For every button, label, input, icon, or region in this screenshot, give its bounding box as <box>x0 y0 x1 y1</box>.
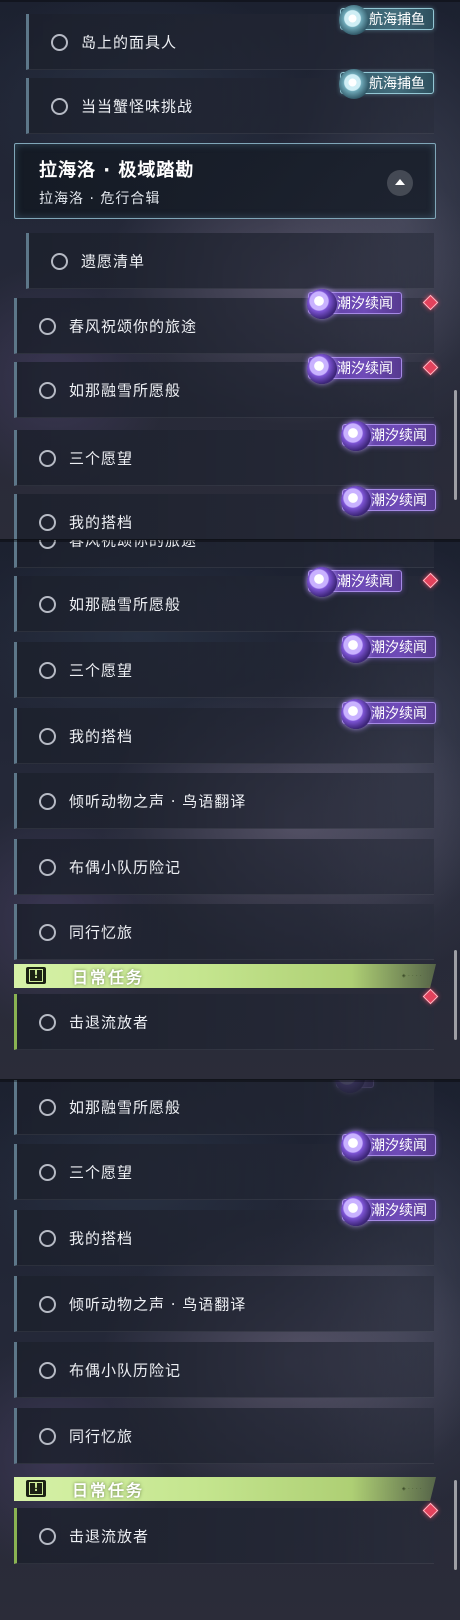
quest-tag-tide-tales: 潮汐续闻 <box>341 1131 436 1161</box>
quest-item[interactable]: 同行忆旅 <box>14 904 434 960</box>
quest-status-circle-icon <box>51 252 68 270</box>
sparkle-badge-icon <box>341 1196 371 1226</box>
quest-status-circle-icon <box>39 661 56 679</box>
quest-label: 我的搭档 <box>69 513 134 531</box>
quest-label: 布偶小队历险记 <box>69 858 182 876</box>
sparkle-badge-icon <box>341 421 371 451</box>
daily-tasks-title: 日常任务 <box>72 1481 145 1500</box>
quest-item[interactable]: 同行忆旅 <box>14 1408 434 1464</box>
quest-status-circle-icon <box>39 595 56 613</box>
quest-tag-tide-tales: 潮汐续闻 <box>307 289 402 319</box>
quest-tag-tide-tales: 潮汐续闻 <box>341 699 436 729</box>
quest-tag-tide-tales: 潮汐续闻 <box>307 354 402 384</box>
quest-status-circle-icon <box>39 1427 56 1445</box>
quest-label: 岛上的面具人 <box>81 33 178 51</box>
quest-item[interactable]: 击退流放者 <box>14 994 434 1050</box>
quest-status-circle-icon <box>39 792 56 810</box>
region-group-header[interactable]: 拉海洛 · 极域踏勘 拉海洛 · 危行合辑 <box>14 143 436 219</box>
quest-status-circle-icon <box>39 317 56 335</box>
header-decoration: ◈ · · · · <box>401 1486 422 1492</box>
quest-label: 当当蟹怪味挑战 <box>81 97 194 115</box>
quest-label: 击退流放者 <box>69 1527 150 1545</box>
fishing-hook-icon <box>339 69 369 99</box>
quest-label: 三个愿望 <box>69 661 134 679</box>
quest-item[interactable]: 布偶小队历险记 <box>14 839 434 895</box>
quest-label: 击退流放者 <box>69 1013 150 1031</box>
quest-status-circle-icon <box>39 1163 56 1181</box>
quest-status-circle-icon <box>39 540 56 549</box>
quest-label: 我的搭档 <box>69 727 134 745</box>
sparkle-badge-icon <box>341 486 371 516</box>
quest-label: 布偶小队历险记 <box>69 1361 182 1379</box>
sparkle-badge-icon <box>307 354 337 384</box>
quest-item[interactable]: 倾听动物之声 · 鸟语翻译 <box>14 1276 434 1332</box>
quest-item[interactable]: 如那融雪所愿般 <box>14 1080 434 1135</box>
quest-label: 如那融雪所愿般 <box>69 381 182 399</box>
quest-tag-tide-tales: 潮汐续闻 <box>341 486 436 516</box>
exclamation-icon: ! <box>26 1480 46 1497</box>
quest-list-panel-1: 岛上的面具人 航海捕鱼 当当蟹怪味挑战 航海捕鱼 拉海洛 · 极域踏勘 拉海洛 … <box>0 0 460 540</box>
quest-label: 春风祝颂你的旅途 <box>69 317 198 335</box>
quest-status-circle-icon <box>39 1295 56 1313</box>
header-decoration: ◈ · · · · <box>401 973 422 979</box>
quest-item[interactable]: 遗愿清单 <box>26 233 434 289</box>
quest-label: 倾听动物之声 · 鸟语翻译 <box>69 1295 247 1313</box>
region-subtitle: 拉海洛 · 危行合辑 <box>39 191 161 207</box>
sparkle-badge-icon <box>341 699 371 729</box>
fishing-hook-icon <box>339 5 369 35</box>
quest-tag-tide-tales: 潮汐续闻 <box>341 421 436 451</box>
exclamation-icon: ! <box>26 967 46 984</box>
scrollbar[interactable] <box>454 950 457 1040</box>
quest-status-circle-icon <box>39 449 56 467</box>
quest-status-circle-icon <box>51 97 68 115</box>
quest-status-circle-icon <box>39 1229 56 1247</box>
sparkle-badge-icon <box>341 1131 371 1161</box>
quest-label: 倾听动物之声 · 鸟语翻译 <box>69 792 247 810</box>
daily-tasks-title: 日常任务 <box>72 968 145 987</box>
quest-label: 三个愿望 <box>69 449 134 467</box>
sparkle-badge-icon <box>307 289 337 319</box>
collapse-arrow-icon[interactable] <box>387 170 413 196</box>
quest-item[interactable]: 布偶小队历险记 <box>14 1342 434 1398</box>
quest-status-circle-icon <box>39 381 56 399</box>
quest-tag-sea-fishing: 航海捕鱼 <box>339 69 434 99</box>
quest-label: 同行忆旅 <box>69 1427 134 1445</box>
quest-label: 我的搭档 <box>69 1229 134 1247</box>
scrollbar[interactable] <box>454 1480 457 1570</box>
daily-tasks-header[interactable]: ! 日常任务 ◈ · · · · <box>14 964 436 988</box>
quest-list-panel-3: 如那融雪所愿般 三个愿望 潮汐续闻 我的搭档 潮汐续闻 倾听动物之声 · 鸟语翻… <box>0 1080 460 1620</box>
quest-status-circle-icon <box>51 33 68 51</box>
quest-status-circle-icon <box>39 513 56 531</box>
quest-status-circle-icon <box>39 727 56 745</box>
quest-status-circle-icon <box>39 1098 56 1116</box>
quest-label: 同行忆旅 <box>69 923 134 941</box>
daily-tasks-header[interactable]: ! 日常任务 ◈ · · · · <box>14 1477 436 1501</box>
sparkle-badge-icon <box>307 567 337 597</box>
quest-tag-tide-tales: 潮汐续闻 <box>307 567 402 597</box>
sparkle-badge-icon <box>341 633 371 663</box>
quest-list-panel-2: 春风祝颂你的旅途 如那融雪所愿般 潮汐续闻 三个愿望 潮汐续闻 我的搭档 潮汐续… <box>0 540 460 1080</box>
quest-status-circle-icon <box>39 1013 56 1031</box>
quest-tag-tide-tales: 潮汐续闻 <box>341 1196 436 1226</box>
quest-label: 如那融雪所愿般 <box>69 1098 182 1116</box>
quest-label: 三个愿望 <box>69 1163 134 1181</box>
quest-status-circle-icon <box>39 923 56 941</box>
quest-status-circle-icon <box>39 1527 56 1545</box>
region-title: 拉海洛 · 极域踏勘 <box>39 160 195 181</box>
quest-tag-sea-fishing: 航海捕鱼 <box>339 5 434 35</box>
quest-item[interactable]: 倾听动物之声 · 鸟语翻译 <box>14 773 434 829</box>
quest-item[interactable]: 击退流放者 <box>14 1508 434 1564</box>
quest-label: 遗愿清单 <box>81 252 146 270</box>
quest-tag-tide-tales: 潮汐续闻 <box>341 633 436 663</box>
scrollbar[interactable] <box>454 390 457 500</box>
quest-label: 春风祝颂你的旅途 <box>69 540 198 549</box>
quest-status-circle-icon <box>39 1361 56 1379</box>
quest-label: 如那融雪所愿般 <box>69 595 182 613</box>
quest-status-circle-icon <box>39 858 56 876</box>
quest-item[interactable]: 春风祝颂你的旅途 <box>14 540 434 568</box>
